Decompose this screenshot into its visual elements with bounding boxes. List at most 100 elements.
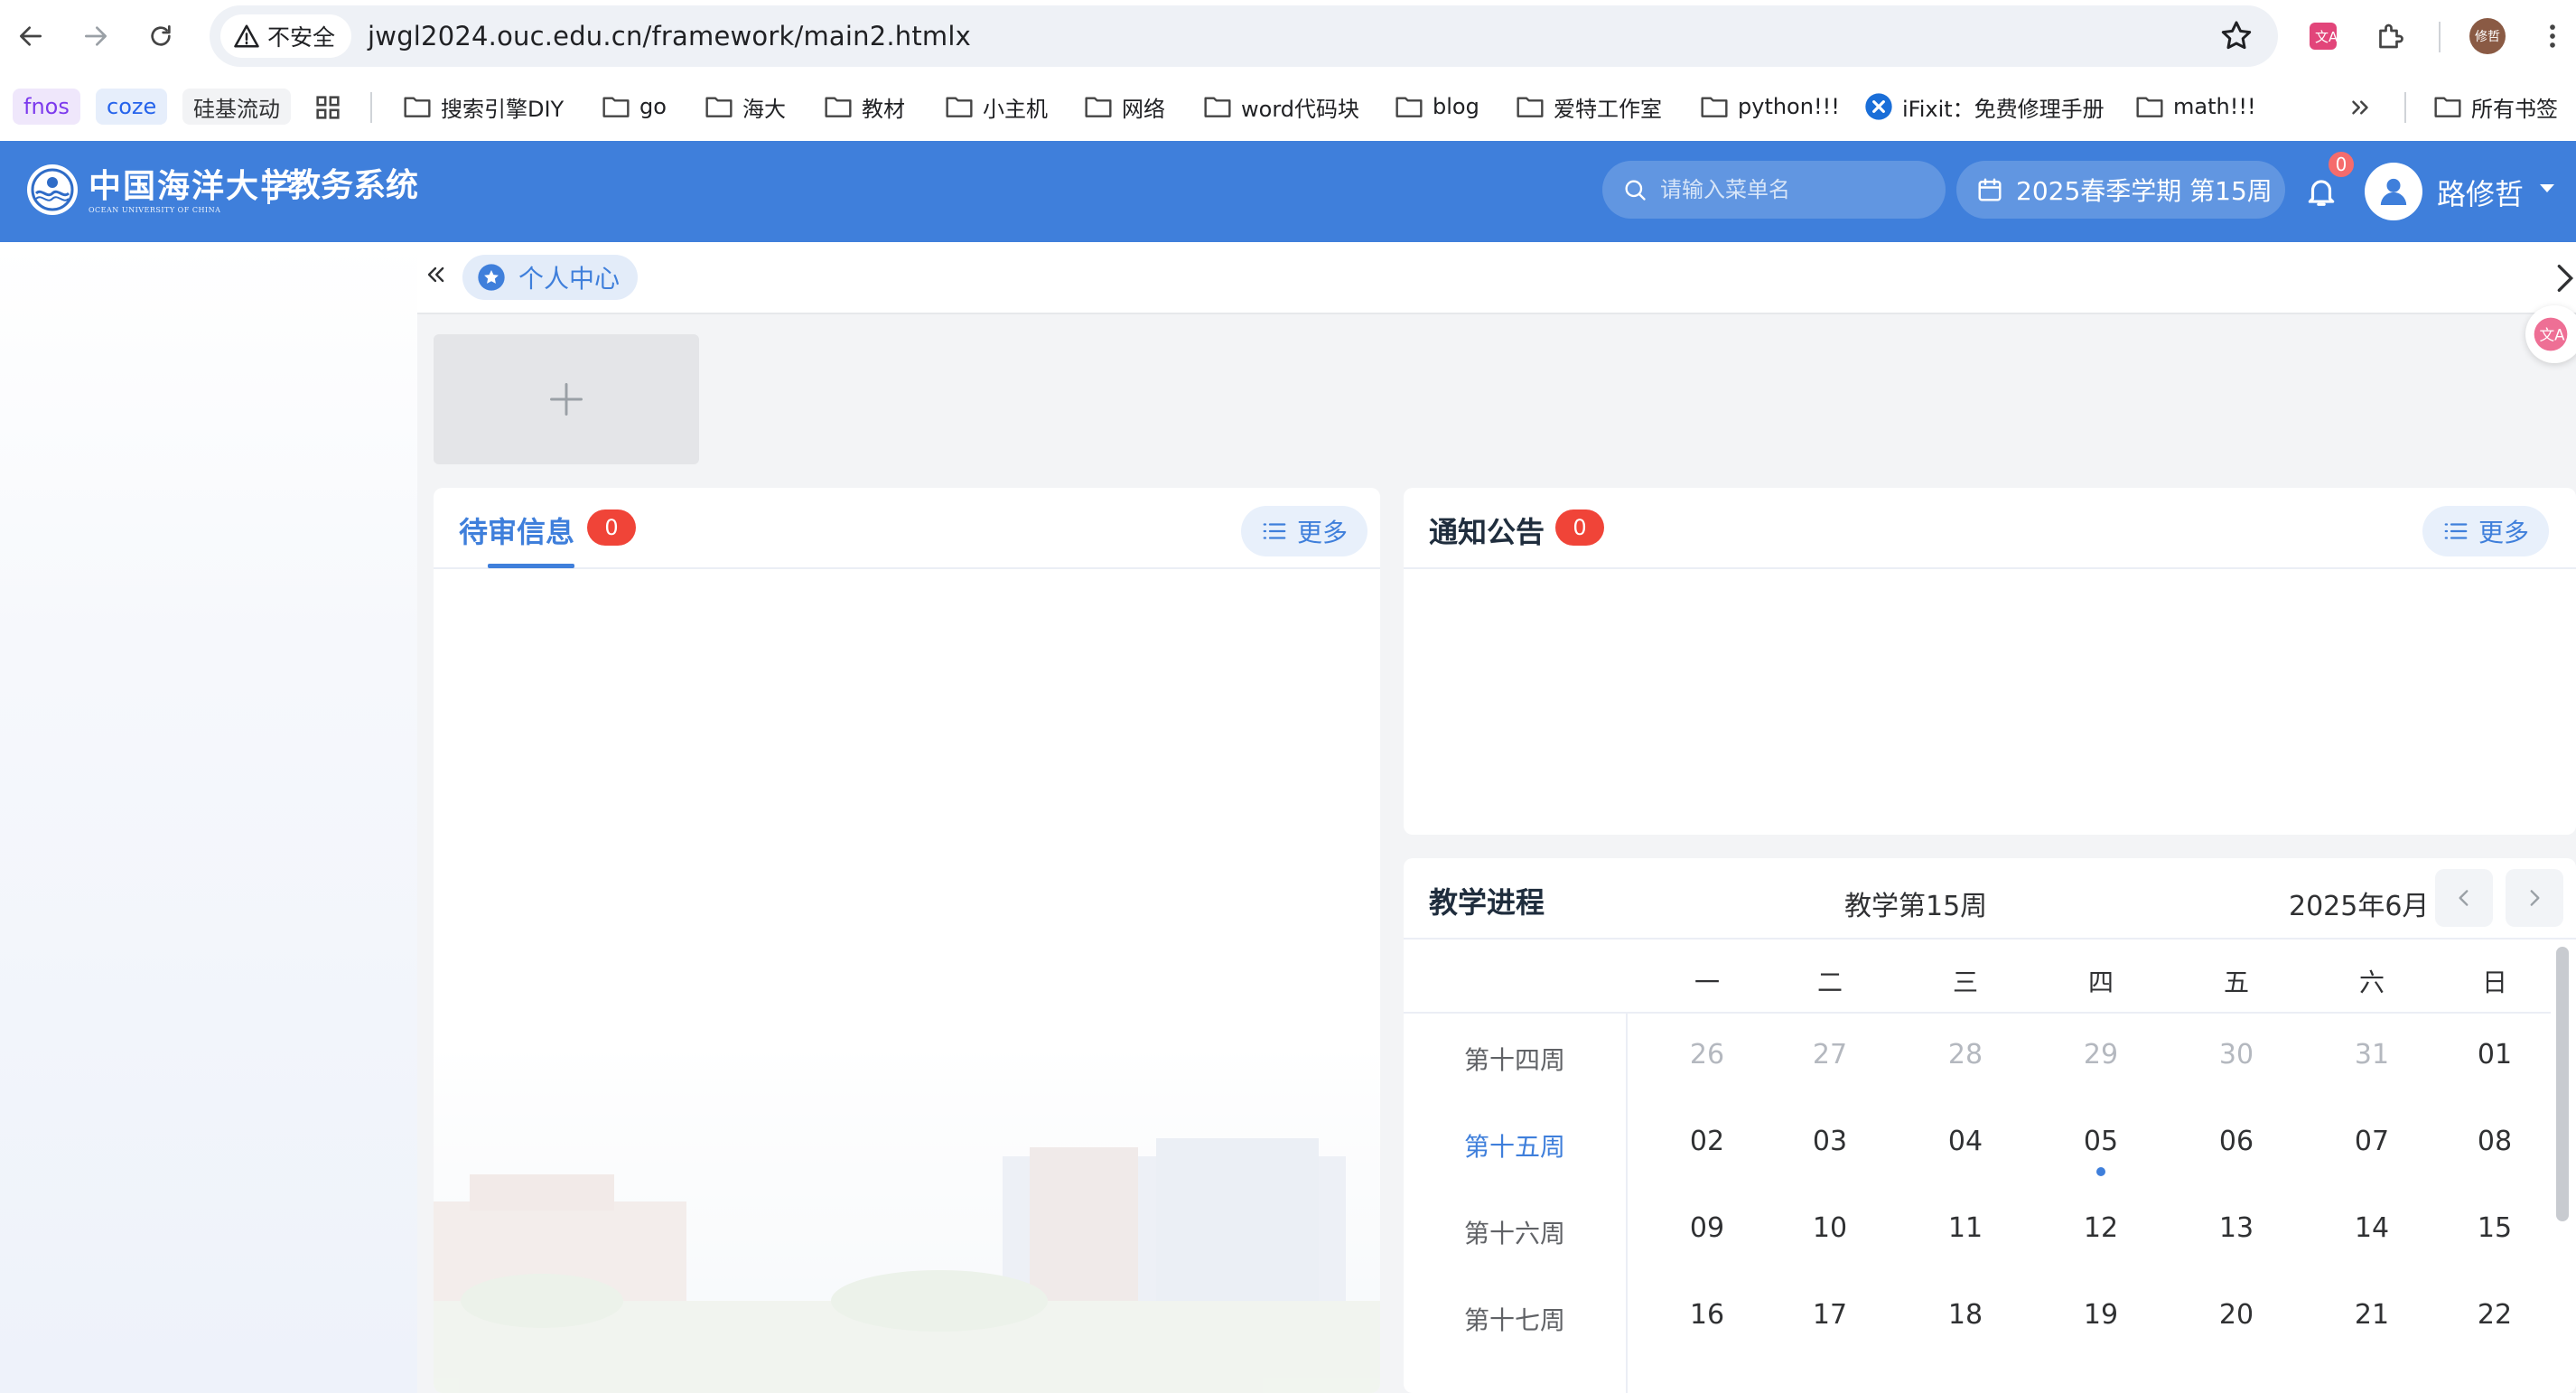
calendar-day[interactable]: 09 [1653, 1212, 1761, 1244]
browser-menu-button[interactable] [2529, 13, 2576, 60]
bookmark-folder-search-diy[interactable]: 搜索引擎DIY [394, 85, 573, 128]
bookmark-label: blog [1433, 94, 1479, 119]
user-avatar[interactable] [2365, 163, 2422, 220]
extensions-button[interactable] [2366, 13, 2413, 60]
logo-text: 中国海洋大学 OCEAN UNIVERSITY OF CHINA [89, 166, 294, 214]
calendar-day[interactable]: 22 [2441, 1299, 2549, 1331]
term-selector[interactable]: 2025春季学期 第15周 [1956, 161, 2285, 219]
url-text[interactable]: jwgl2024.ouc.edu.cn/framework/main2.html… [368, 21, 971, 51]
week-row: 第十四周 26 27 28 29 30 31 01 [1404, 1014, 2551, 1100]
calendar-scrollbar[interactable] [2556, 947, 2569, 1221]
bookmark-label: 教材 [862, 96, 905, 122]
calendar-day[interactable]: 10 [1776, 1212, 1884, 1244]
collapse-sidebar-button[interactable] [417, 257, 453, 293]
user-name[interactable]: 路修哲 [2437, 172, 2524, 213]
bookmarks-overflow-button[interactable] [2347, 94, 2374, 121]
bell-icon [2308, 180, 2335, 206]
tab-personal-center[interactable]: 个人中心 [462, 255, 639, 300]
notification-count-badge: 0 [2327, 150, 2356, 179]
week-label[interactable]: 第十四周 [1404, 1041, 1626, 1077]
double-chevron-left-icon [427, 266, 444, 283]
week-label[interactable]: 第十五周 [1404, 1127, 1626, 1164]
active-tab-underline [488, 564, 574, 568]
bookmark-folder-haida[interactable]: 海大 [695, 85, 795, 128]
week-rows: 第十四周 26 27 28 29 30 31 01 第十五周 02 03 04 05 06 07 08 第十六周… [1404, 1014, 2551, 1360]
previous-month-button[interactable] [2435, 869, 2493, 927]
calendar-day[interactable]: 27 [1776, 1039, 1884, 1070]
week-label[interactable]: 第十七周 [1404, 1301, 1626, 1337]
calendar-day[interactable]: 28 [1911, 1039, 2020, 1070]
weekday-header: 三 [1952, 968, 1978, 997]
calendar-day[interactable]: 13 [2182, 1212, 2291, 1244]
back-button[interactable] [5, 11, 56, 61]
calendar-day[interactable]: 05 [2047, 1126, 2155, 1157]
bookmark-star-icon[interactable] [2218, 18, 2254, 54]
bookmark-label: 海大 [742, 96, 786, 122]
profile-avatar[interactable]: 修哲 [2464, 13, 2511, 60]
calendar-day[interactable]: 14 [2318, 1212, 2426, 1244]
calendar-day[interactable]: 30 [2182, 1039, 2291, 1070]
bookmark-ifixit[interactable]: iFixit：免费修理手册 [1855, 85, 2114, 128]
calendar-day[interactable]: 11 [1911, 1212, 2020, 1244]
menu-search-input[interactable] [1660, 177, 1931, 202]
weekday-header: 二 [1816, 968, 1843, 997]
calendar-day[interactable]: 06 [2182, 1126, 2291, 1157]
bookmark-label: 搜索引擎DIY [441, 96, 565, 122]
today-indicator-dot [2096, 1167, 2105, 1176]
menu-search[interactable] [1602, 161, 1946, 219]
address-bar[interactable]: 不安全 jwgl2024.ouc.edu.cn/framework/main2.… [210, 5, 2278, 67]
translate-extension-button[interactable]: 文A [2300, 13, 2347, 60]
bookmark-label: word代码块 [1241, 96, 1359, 122]
forward-button[interactable] [70, 11, 121, 61]
bookmark-folder-word-code[interactable]: word代码块 [1194, 85, 1368, 128]
chevron-right-icon [2530, 890, 2540, 906]
calendar-day[interactable]: 16 [1653, 1299, 1761, 1331]
translate-float-button[interactable]: 文A [2525, 305, 2576, 363]
add-widget-button[interactable] [434, 334, 699, 464]
calendar-day[interactable]: 02 [1653, 1126, 1761, 1157]
bookmark-folder-math[interactable]: math!!! [2126, 85, 2265, 128]
weekday-header-row: 一 二 三 四 五 六 日 [1404, 940, 2551, 1014]
bookmark-folder-textbook[interactable]: 教材 [815, 85, 914, 128]
next-month-button[interactable] [2506, 869, 2563, 927]
bookmark-folder-blog[interactable]: blog [1386, 85, 1489, 128]
bookmark-folder-go[interactable]: go [593, 85, 676, 128]
university-logo[interactable]: 中国海洋大学 OCEAN UNIVERSITY OF CHINA [25, 163, 294, 217]
notice-more-button[interactable]: 更多 [2422, 506, 2549, 556]
calendar-day[interactable]: 21 [2318, 1299, 2426, 1331]
calendar-day[interactable]: 07 [2318, 1126, 2426, 1157]
reload-button[interactable] [135, 11, 186, 61]
calendar-day[interactable]: 03 [1776, 1126, 1884, 1157]
calendar-day[interactable]: 12 [2047, 1212, 2155, 1244]
calendar-day[interactable]: 26 [1653, 1039, 1761, 1070]
calendar-day[interactable]: 18 [1911, 1299, 2020, 1331]
calendar-day[interactable]: 08 [2441, 1126, 2549, 1157]
chevron-right-icon[interactable] [2554, 260, 2576, 296]
calendar-day[interactable]: 17 [1776, 1299, 1884, 1331]
calendar-day[interactable]: 31 [2318, 1039, 2426, 1070]
calendar-day[interactable]: 19 [2047, 1299, 2155, 1331]
calendar-day[interactable]: 20 [2182, 1299, 2291, 1331]
all-bookmarks-folder[interactable]: 所有书签 [2424, 85, 2567, 128]
bookmark-coze[interactable]: coze [96, 89, 168, 125]
bookmarks-separator-2 [2404, 92, 2406, 123]
bookmark-folder-python[interactable]: python!!! [1691, 85, 1849, 128]
bookmark-folder-aite-studio[interactable]: 爱特工作室 [1507, 85, 1671, 128]
bookmark-folder-mini-host[interactable]: 小主机 [936, 85, 1057, 128]
calendar-day[interactable]: 29 [2047, 1039, 2155, 1070]
pending-title[interactable]: 待审信息 [459, 510, 574, 551]
pending-more-button[interactable]: 更多 [1241, 506, 1367, 556]
bookmark-folder-network[interactable]: 网络 [1075, 85, 1174, 128]
security-indicator[interactable]: 不安全 [220, 14, 352, 58]
calendar-day[interactable]: 01 [2441, 1039, 2549, 1070]
calendar-day[interactable]: 04 [1911, 1126, 2020, 1157]
bookmark-siliconflow[interactable]: 硅基流动 [182, 89, 291, 125]
caret-down-icon[interactable] [2540, 184, 2554, 192]
bookmark-fnos[interactable]: fnos [13, 89, 80, 125]
folder-icon [2434, 97, 2461, 117]
week-label[interactable]: 第十六周 [1404, 1214, 1626, 1250]
calendar-day[interactable]: 15 [2441, 1212, 2549, 1244]
apps-button[interactable] [313, 92, 343, 123]
more-vertical-icon [2550, 24, 2555, 48]
notice-card-header: 通知公告 0 更多 [1404, 488, 2576, 569]
